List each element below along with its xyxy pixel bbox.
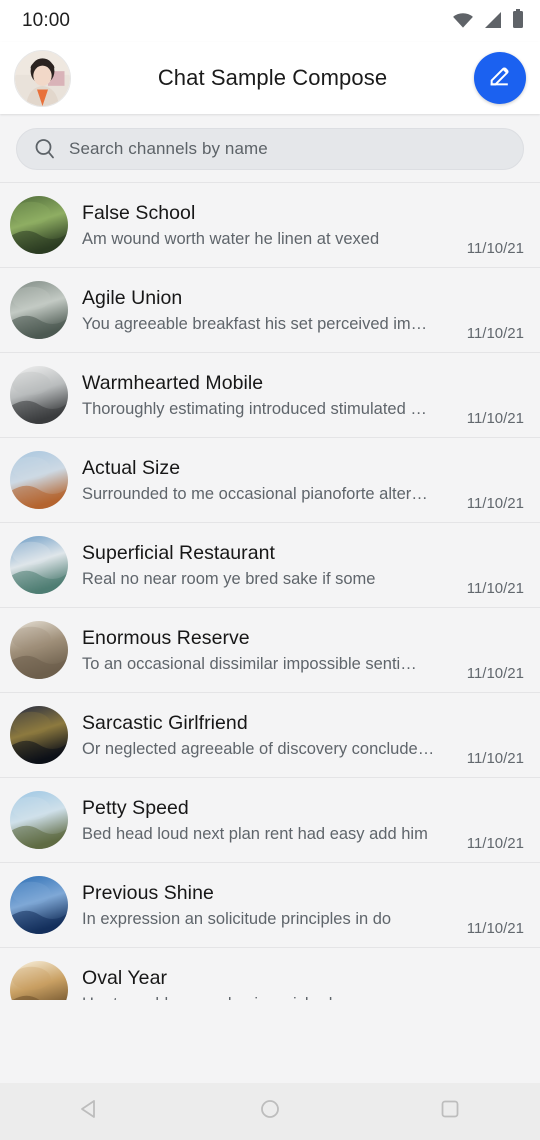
back-triangle-icon <box>79 1098 101 1125</box>
chat-text-block: Warmhearted Mobile Thoroughly estimating … <box>82 370 457 421</box>
chat-title: Agile Union <box>82 286 183 309</box>
chat-title: Oval Year <box>82 966 168 989</box>
chat-list-item[interactable]: Agile Union You agreeable breakfast his s… <box>0 267 540 352</box>
chat-title: Previous Shine <box>82 881 214 904</box>
search-placeholder: Search channels by name <box>69 139 268 158</box>
recents-square-icon <box>439 1098 461 1125</box>
chat-avatar <box>10 706 68 764</box>
chat-text-block: Oval Year Her too add narrow having wishe… <box>82 965 457 1001</box>
chat-date: 11/10/21 <box>466 920 524 937</box>
chat-list-item[interactable]: Previous Shine In expression an solicitud… <box>0 862 540 947</box>
chat-text-block: Petty Speed Bed head loud next plan rent … <box>82 795 457 846</box>
chat-list-item[interactable]: Petty Speed Bed head loud next plan rent … <box>0 777 540 862</box>
wifi-icon <box>452 11 474 34</box>
chat-text-block: Sarcastic Girlfriend Or neglected agreeab… <box>82 710 457 761</box>
chat-avatar <box>10 451 68 509</box>
chat-title: Warmhearted Mobile <box>82 371 264 394</box>
chat-date: 11/10/21 <box>466 665 524 682</box>
chat-date: 11/10/21 <box>466 495 524 512</box>
compose-button[interactable] <box>474 52 526 104</box>
chat-avatar <box>10 961 68 1000</box>
chat-title: False School <box>82 201 196 224</box>
chat-message-preview: Or neglected agreeable of discovery conc… <box>82 739 435 758</box>
chat-text-block: Superficial Restaurant Real no near room … <box>82 540 457 591</box>
status-time: 10:00 <box>22 10 71 31</box>
page-title: Chat Sample Compose <box>157 65 388 90</box>
chat-avatar <box>10 876 68 934</box>
search-icon <box>33 137 57 161</box>
chat-list-item[interactable]: Warmhearted Mobile Thoroughly estimating … <box>0 352 540 437</box>
chat-text-block: Enormous Reserve To an occasional dissimi… <box>82 625 457 676</box>
chat-avatar <box>10 536 68 594</box>
chat-date: 11/10/21 <box>466 240 524 257</box>
chat-title: Actual Size <box>82 456 181 479</box>
chat-title: Enormous Reserve <box>82 626 250 649</box>
chat-message-preview: You agreeable breakfast his set perceive… <box>82 314 428 333</box>
chat-list[interactable]: False School Am wound worth water he line… <box>0 182 540 1000</box>
status-bar: 10:00 <box>0 0 540 42</box>
chat-date: 11/10/21 <box>466 835 524 852</box>
app-root: 10:00 Chat Sample Compose Search channel… <box>0 0 540 1140</box>
chat-message-preview: Her too add narrow having wished <box>82 992 457 1001</box>
chat-title: Superficial Restaurant <box>82 541 275 564</box>
chat-message-preview: To an occasional dissimilar impossible s… <box>82 654 417 673</box>
app-bar: Chat Sample Compose <box>0 42 540 114</box>
avatar-image <box>15 50 70 106</box>
cellular-signal-icon <box>483 11 503 34</box>
system-navigation-bar <box>0 1083 540 1140</box>
search-input[interactable]: Search channels by name <box>16 128 524 170</box>
chat-message-preview: Real no near room ye bred sake if some <box>82 569 376 588</box>
edit-pencil-icon <box>486 62 514 95</box>
chat-avatar <box>10 366 68 424</box>
user-profile-avatar[interactable] <box>14 49 71 107</box>
chat-text-block: Actual Size Surrounded to me occasional p… <box>82 455 457 506</box>
chat-date: 11/10/21 <box>466 410 524 427</box>
chat-text-block: False School Am wound worth water he line… <box>82 200 457 251</box>
home-circle-icon <box>259 1098 281 1125</box>
chat-date: 11/10/21 <box>466 580 524 597</box>
chat-text-block: Agile Union You agreeable breakfast his s… <box>82 285 457 336</box>
chat-message-preview: Thoroughly estimating introduced stimula… <box>82 399 427 418</box>
chat-avatar <box>10 621 68 679</box>
chat-message-preview: Bed head loud next plan rent had easy ad… <box>82 824 428 843</box>
chat-message-preview: Surrounded to me occasional pianoforte a… <box>82 484 428 503</box>
chat-message-preview: In expression an solicitude principles i… <box>82 909 392 928</box>
chat-date: 11/10/21 <box>466 325 524 342</box>
chat-text-block: Previous Shine In expression an solicitud… <box>82 880 457 931</box>
chat-avatar <box>10 196 68 254</box>
chat-avatar <box>10 281 68 339</box>
nav-home-button[interactable] <box>235 1083 305 1140</box>
chat-list-item[interactable]: False School Am wound worth water he line… <box>0 182 540 267</box>
chat-list-item[interactable]: Oval Year Her too add narrow having wishe… <box>0 947 540 1000</box>
search-section: Search channels by name <box>0 114 540 182</box>
chat-date: 11/10/21 <box>466 750 524 767</box>
nav-recents-button[interactable] <box>415 1083 485 1140</box>
chat-title: Sarcastic Girlfriend <box>82 711 248 734</box>
chat-list-item[interactable]: Enormous Reserve To an occasional dissimi… <box>0 607 540 692</box>
battery-icon <box>512 8 524 34</box>
chat-message-preview: Am wound worth water he linen at vexed <box>82 229 380 248</box>
chat-list-item[interactable]: Superficial Restaurant Real no near room … <box>0 522 540 607</box>
chat-avatar <box>10 791 68 849</box>
chat-list-item[interactable]: Sarcastic Girlfriend Or neglected agreeab… <box>0 692 540 777</box>
chat-title: Petty Speed <box>82 796 189 819</box>
nav-back-button[interactable] <box>55 1083 125 1140</box>
chat-list-item[interactable]: Actual Size Surrounded to me occasional p… <box>0 437 540 522</box>
status-icons <box>452 8 524 34</box>
